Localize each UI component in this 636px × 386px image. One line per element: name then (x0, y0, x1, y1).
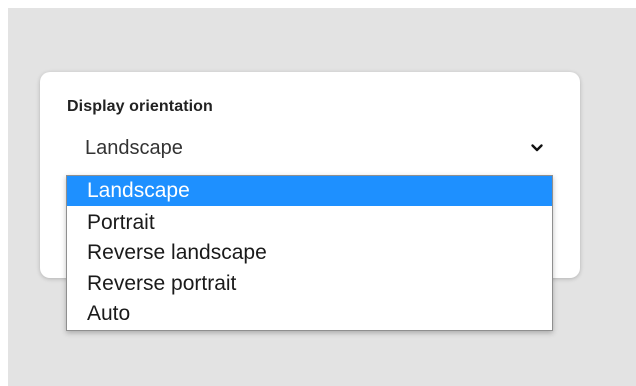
option-reverse-portrait[interactable]: Reverse portrait (67, 269, 552, 299)
display-orientation-label: Display orientation (67, 98, 213, 115)
select-current-value: Landscape (85, 137, 183, 159)
option-landscape[interactable]: Landscape (67, 176, 552, 206)
option-reverse-landscape[interactable]: Reverse landscape (67, 238, 552, 268)
option-portrait[interactable]: Portrait (67, 208, 552, 238)
display-orientation-select[interactable]: Landscape (67, 132, 555, 168)
option-auto[interactable]: Auto (67, 299, 552, 329)
orientation-dropdown-list: Landscape Portrait Reverse landscape Rev… (66, 175, 553, 331)
chevron-down-icon (531, 144, 543, 152)
